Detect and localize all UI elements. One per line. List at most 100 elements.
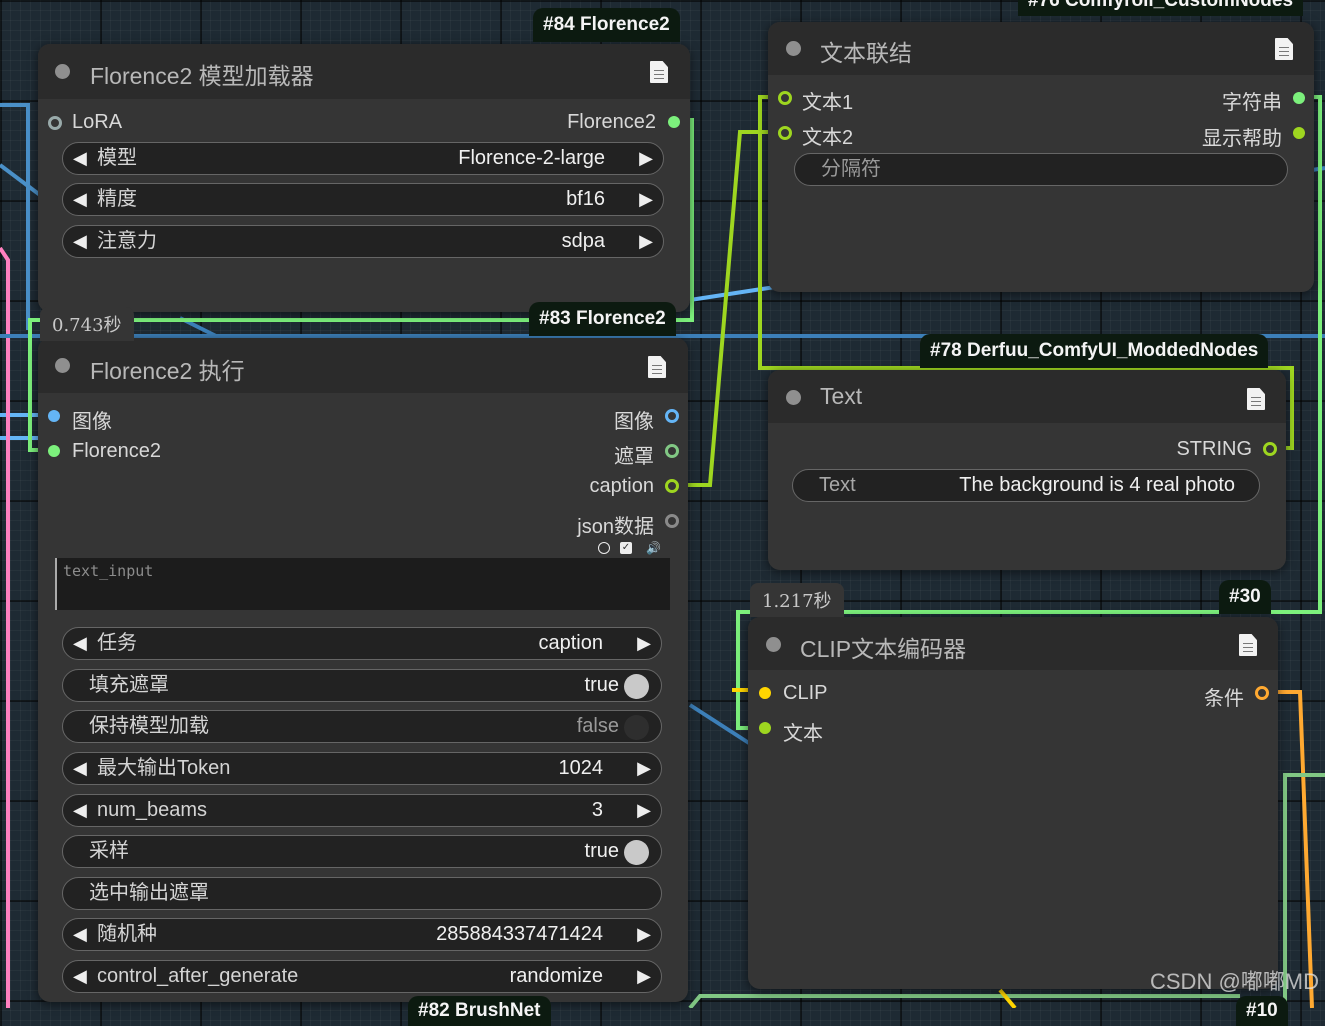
widget-label: 注意力	[97, 230, 157, 252]
combo-model[interactable]: ◀ 模型 Florence-2-large ▶	[62, 142, 664, 175]
input-florence2-label: Florence2	[72, 440, 161, 462]
node-timer-clip: 1.217秒	[750, 583, 844, 617]
node-timer-run: 0.743秒	[40, 307, 134, 341]
collapse-dot[interactable]	[766, 637, 781, 652]
separator-input[interactable]: 分隔符	[794, 153, 1288, 186]
document-icon[interactable]	[1239, 634, 1257, 656]
node-title: 文本联结	[820, 40, 912, 66]
conditioning-output-slot[interactable]	[1255, 686, 1269, 700]
arrow-left-icon[interactable]: ◀	[73, 753, 87, 784]
widget-value: true	[584, 840, 619, 862]
widget-value: caption	[538, 632, 604, 654]
clip-input-slot[interactable]	[759, 687, 771, 699]
document-icon[interactable]	[1275, 38, 1293, 60]
wire-pink-left	[0, 246, 10, 1008]
widget-value: bf16	[566, 188, 605, 210]
widget-label: 精度	[97, 188, 137, 210]
wire-blue-diag-4	[688, 703, 754, 747]
arrow-left-icon[interactable]: ◀	[73, 795, 87, 826]
florence2-input-slot[interactable]	[48, 445, 60, 457]
arrow-right-icon[interactable]: ▶	[637, 628, 651, 659]
text-input-area[interactable]: text_input	[55, 558, 670, 610]
output-caption-label: caption	[589, 475, 655, 497]
mask-output-slot[interactable]	[665, 444, 679, 458]
toggle-do-sample[interactable]: 采样 true	[62, 835, 662, 868]
arrow-right-icon[interactable]: ▶	[637, 753, 651, 784]
text1-input-slot[interactable]	[778, 91, 792, 105]
output-conditioning-label: 条件	[1204, 688, 1244, 710]
speaker-icon[interactable]: 🔊	[646, 542, 664, 554]
toggle-fill-mask[interactable]: 填充遮罩 true	[62, 669, 662, 702]
widget-label: 分隔符	[821, 158, 881, 180]
node-clip-text-encode[interactable]: CLIP文本编码器 CLIP 文本 条件	[748, 617, 1278, 989]
wire-green-bottom	[688, 994, 1240, 1008]
number-seed[interactable]: ◀ 随机种 285884337471424 ▶	[62, 918, 662, 951]
json-output-slot[interactable]	[665, 514, 679, 528]
wire-yellow-bottom	[998, 988, 1017, 1008]
checkbox-icon[interactable]: ✓	[620, 542, 632, 554]
document-icon[interactable]	[648, 356, 666, 378]
widget-label: 选中输出遮罩	[89, 882, 209, 904]
output-image-label: 图像	[614, 411, 654, 433]
arrow-right-icon[interactable]: ▶	[639, 184, 653, 215]
arrow-left-icon[interactable]: ◀	[73, 184, 87, 215]
toggle-knob[interactable]	[624, 715, 649, 740]
widget-label: 最大输出Token	[97, 757, 231, 779]
help-output-slot[interactable]	[1293, 127, 1305, 139]
node-tag-text: #78 Derfuu_ComfyUI_ModdedNodes	[920, 334, 1269, 368]
radio-icon[interactable]	[598, 542, 610, 554]
document-icon[interactable]	[1247, 388, 1265, 410]
textarea-placeholder: text_input	[63, 562, 154, 580]
node-florence2-run[interactable]: Florence2 执行 图像 Florence2 图像 遮罩 caption …	[38, 338, 688, 1002]
watermark: CSDN @嘟嘟MD	[1150, 969, 1319, 994]
string-output-slot[interactable]	[1293, 92, 1305, 104]
arrow-right-icon[interactable]: ▶	[637, 961, 651, 992]
document-icon[interactable]	[650, 61, 668, 83]
caption-output-slot[interactable]	[665, 479, 679, 493]
toggle-knob[interactable]	[624, 674, 649, 699]
arrow-right-icon[interactable]: ▶	[639, 226, 653, 257]
number-max-new-tokens[interactable]: ◀ 最大输出Token 1024 ▶	[62, 752, 662, 785]
widget-label: 保持模型加载	[89, 715, 209, 737]
lora-input-slot[interactable]	[48, 116, 62, 130]
text-value-input[interactable]: Text The background is 4 real photo	[792, 469, 1260, 502]
toggle-knob[interactable]	[624, 840, 649, 865]
widget-label: 随机种	[97, 923, 157, 945]
combo-precision[interactable]: ◀ 精度 bf16 ▶	[62, 183, 664, 216]
arrow-left-icon[interactable]: ◀	[73, 628, 87, 659]
text-output-mask-select[interactable]: 选中输出遮罩	[62, 877, 662, 910]
text-input-slot[interactable]	[759, 722, 771, 734]
collapse-dot[interactable]	[55, 358, 70, 373]
node-text-concatenate[interactable]: 文本联结 文本1 文本2 字符串 显示帮助 分隔符	[768, 22, 1314, 292]
input-lora-label: LoRA	[72, 111, 123, 133]
florence2-output-slot[interactable]	[668, 116, 680, 128]
output-mask-label: 遮罩	[614, 446, 654, 468]
image-output-slot[interactable]	[665, 409, 679, 423]
string-output-slot[interactable]	[1263, 442, 1277, 456]
input-image-label: 图像	[72, 411, 112, 433]
input-text2-label: 文本2	[802, 127, 854, 149]
widget-label: num_beams	[97, 799, 208, 821]
arrow-left-icon[interactable]: ◀	[73, 143, 87, 174]
input-clip-label: CLIP	[783, 682, 828, 704]
combo-attention[interactable]: ◀ 注意力 sdpa ▶	[62, 225, 664, 258]
text2-input-slot[interactable]	[778, 126, 792, 140]
collapse-dot[interactable]	[786, 41, 801, 56]
node-text[interactable]: Text STRING Text The background is 4 rea…	[768, 370, 1286, 570]
arrow-left-icon[interactable]: ◀	[73, 919, 87, 950]
arrow-left-icon[interactable]: ◀	[73, 226, 87, 257]
node-florence2-loader[interactable]: Florence2 模型加载器 LoRA Florence2 ◀ 模型 Flor…	[38, 44, 690, 312]
toggle-keep-model-loaded[interactable]: 保持模型加载 false	[62, 710, 662, 743]
combo-task[interactable]: ◀ 任务 caption ▶	[62, 627, 662, 660]
number-num-beams[interactable]: ◀ num_beams 3 ▶	[62, 794, 662, 827]
widget-value: The background is 4 real photo	[959, 474, 1235, 496]
image-input-slot[interactable]	[48, 410, 60, 422]
collapse-dot[interactable]	[786, 390, 801, 405]
combo-control-after-generate[interactable]: ◀ control_after_generate randomize ▶	[62, 960, 662, 993]
collapse-dot[interactable]	[55, 64, 70, 79]
node-title: Text	[820, 383, 863, 409]
arrow-right-icon[interactable]: ▶	[637, 919, 651, 950]
arrow-right-icon[interactable]: ▶	[637, 795, 651, 826]
arrow-left-icon[interactable]: ◀	[73, 961, 87, 992]
arrow-right-icon[interactable]: ▶	[639, 143, 653, 174]
